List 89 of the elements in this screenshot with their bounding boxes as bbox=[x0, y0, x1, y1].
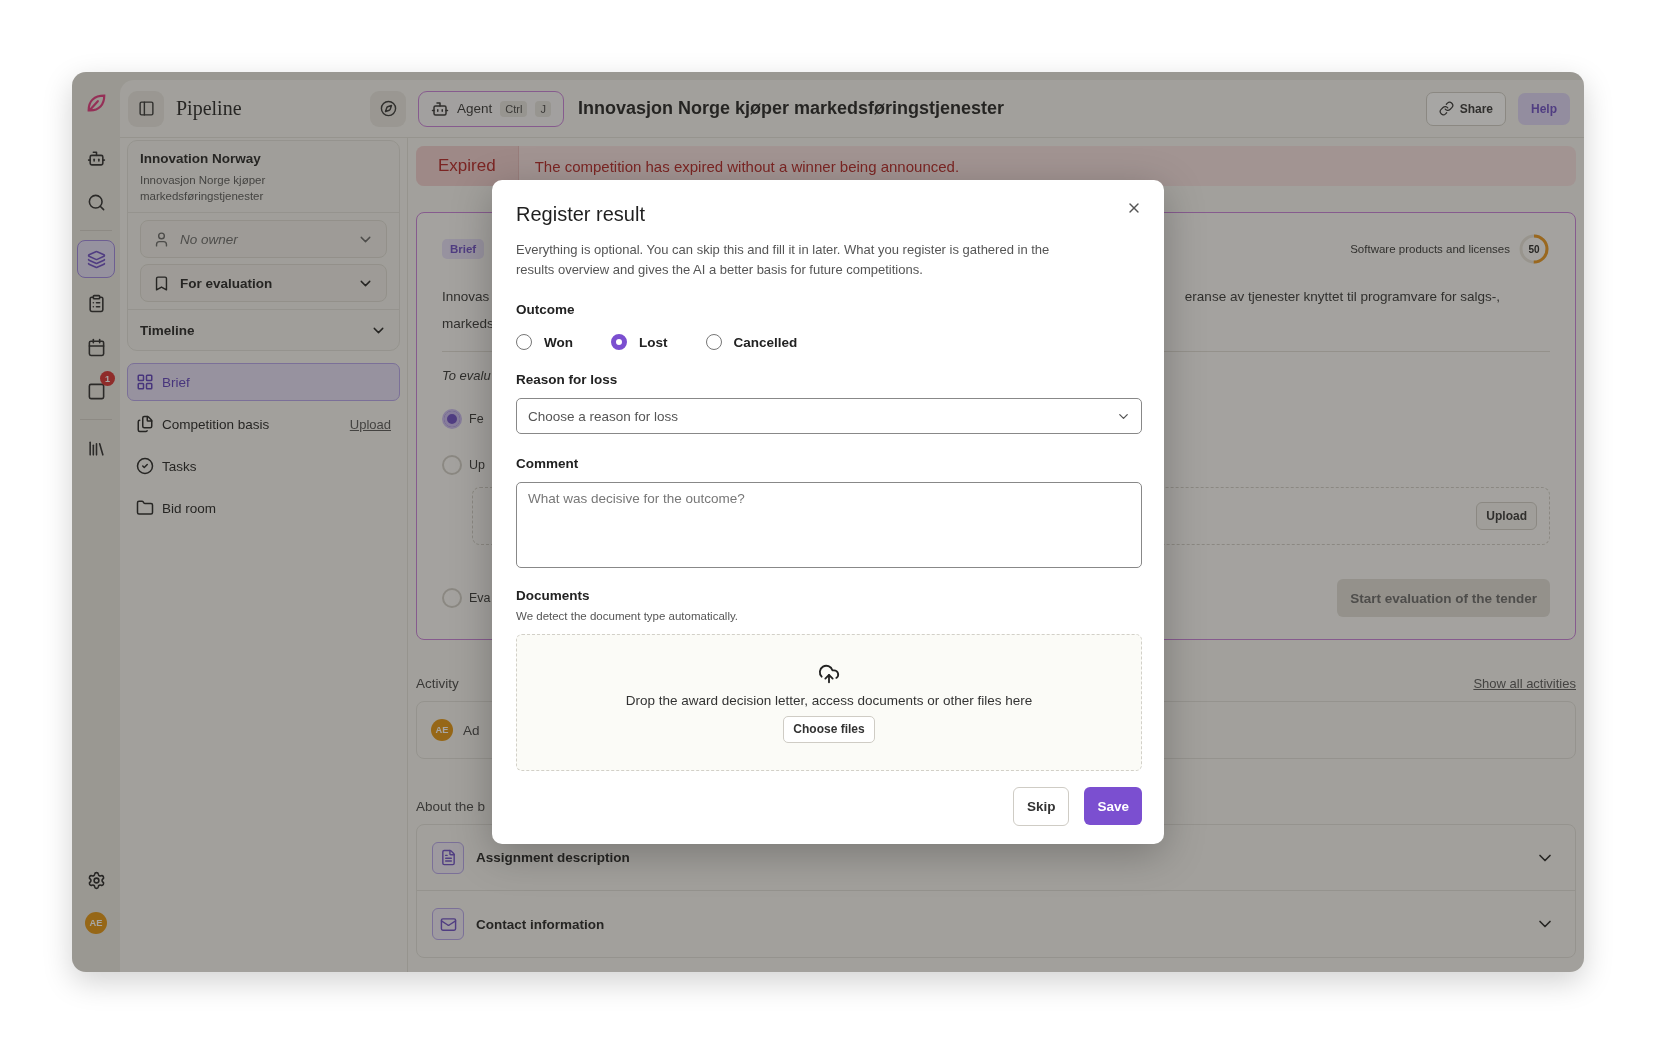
save-button[interactable]: Save bbox=[1084, 787, 1142, 825]
share-button[interactable]: Share bbox=[1425, 91, 1506, 126]
activity-text: Ad bbox=[463, 722, 480, 738]
field-label: Comment bbox=[516, 456, 580, 472]
radio-button[interactable] bbox=[516, 334, 532, 350]
nav-label: Tasks bbox=[162, 458, 198, 474]
nav-rail-button[interactable]: 1 bbox=[77, 372, 115, 410]
accordion-header[interactable]: Contact information bbox=[417, 891, 1575, 957]
layers-icon bbox=[86, 249, 106, 269]
user-icon bbox=[153, 230, 170, 248]
description-text: eranse av tjenester knyttet til programvare for salgs-, bbox=[1184, 289, 1500, 304]
sidebar-toggle-button[interactable] bbox=[128, 90, 164, 127]
help-button[interactable]: Help bbox=[1518, 92, 1570, 125]
section-heading: To evalu bbox=[442, 368, 491, 383]
score-value: 50 bbox=[1528, 243, 1540, 255]
comment-field[interactable]: What was decisive for the outcome? bbox=[516, 482, 1142, 568]
sidebar-nav-item[interactable]: Tasks bbox=[127, 447, 400, 485]
sidebar-nav-item[interactable]: Brief bbox=[127, 363, 400, 401]
section-label: About the b bbox=[416, 799, 486, 814]
settings-icon[interactable] bbox=[86, 871, 106, 890]
radio-option[interactable]: Cancelled bbox=[705, 334, 798, 350]
square-icon bbox=[86, 381, 106, 401]
sidebar-nav-item[interactable]: Bid room bbox=[127, 489, 400, 527]
radio-option[interactable]: Won bbox=[516, 334, 573, 350]
files-icon bbox=[136, 415, 154, 433]
robot-icon bbox=[86, 148, 106, 168]
radio-button[interactable] bbox=[611, 334, 627, 350]
nav-label: Bid room bbox=[162, 500, 218, 516]
shortcut-key: Ctrl bbox=[500, 100, 528, 117]
panel-icon bbox=[137, 100, 155, 117]
agent-button[interactable]: Agent Ctrl J bbox=[418, 90, 564, 127]
calendar-icon bbox=[86, 337, 106, 357]
folder-icon bbox=[136, 499, 154, 517]
nav-label: Competition basis bbox=[162, 416, 271, 432]
upload-link[interactable]: Upload bbox=[349, 416, 391, 432]
shortcut-key: J bbox=[535, 100, 551, 117]
field-label: Reason for loss bbox=[516, 372, 619, 388]
upload-button[interactable]: Upload bbox=[1476, 502, 1537, 530]
link-icon bbox=[1438, 101, 1454, 116]
file-drop-zone[interactable]: Drop the award decision letter, access documents or other files here Choose files bbox=[516, 634, 1142, 771]
agent-label: Agent bbox=[457, 101, 493, 116]
search-icon bbox=[86, 192, 106, 212]
page-title: Innovasjon Norge kjøper markedsføringstjenester bbox=[577, 98, 1005, 119]
radio-option[interactable]: Lost bbox=[611, 334, 668, 350]
description-text: markeds bbox=[442, 316, 494, 331]
nav-rail-button[interactable] bbox=[77, 240, 115, 278]
score-ring bbox=[1518, 233, 1550, 265]
sidebar-nav-item[interactable]: Competition basis Upload bbox=[127, 405, 400, 443]
tender-subtitle: Innovasjon Norge kjøper markedsføringstjenester bbox=[140, 173, 267, 204]
app-title: Pipeline bbox=[176, 97, 243, 120]
owner-dropdown[interactable]: No owner bbox=[140, 220, 387, 258]
radio-button[interactable] bbox=[705, 334, 722, 350]
robot-icon bbox=[431, 99, 449, 118]
notification-badge: 1 bbox=[100, 371, 115, 386]
reason-select[interactable]: Choose a reason for loss bbox=[516, 398, 1142, 434]
status-label: Expired bbox=[416, 146, 519, 186]
field-hint: We detect the document type automatically. bbox=[516, 610, 740, 622]
category-label: Software products and licenses bbox=[1350, 243, 1510, 255]
dialog-description: Everything is optional. You can skip this and fill it in later. What you register is gathered in the results overview and gives the AI a better basis for future competitions. bbox=[516, 241, 1051, 279]
choose-files-button[interactable]: Choose files bbox=[783, 715, 875, 743]
organization-name: Innovation Norway bbox=[140, 151, 262, 166]
user-avatar: AE bbox=[431, 719, 453, 741]
leaf-logo bbox=[85, 92, 107, 114]
status-dropdown[interactable]: For evaluation bbox=[140, 264, 387, 302]
drop-zone-text: Drop the award decision letter, access documents or other files here bbox=[625, 692, 1033, 708]
section-label: Activity bbox=[416, 676, 459, 691]
show-all-link[interactable]: Show all activities bbox=[1473, 676, 1576, 691]
bookmark-icon bbox=[153, 274, 170, 292]
field-label: Documents bbox=[516, 588, 591, 604]
document-icon bbox=[432, 841, 464, 874]
clipboard-icon bbox=[86, 293, 106, 313]
step-label: Up bbox=[469, 458, 485, 472]
compass-button[interactable] bbox=[370, 90, 406, 127]
step-label: Fe bbox=[469, 412, 484, 426]
check-circle-icon bbox=[136, 457, 154, 475]
skip-button[interactable]: Skip bbox=[1012, 787, 1070, 826]
nav-label: Brief bbox=[162, 374, 191, 390]
grid-icon bbox=[136, 373, 154, 391]
step-label: Eva bbox=[469, 591, 491, 605]
field-label: Outcome bbox=[516, 302, 576, 318]
banner-message: The competition has expired without a winner being announced. bbox=[533, 157, 960, 175]
mail-icon bbox=[432, 908, 464, 940]
compass-icon bbox=[379, 100, 397, 117]
library-icon bbox=[86, 438, 106, 458]
brief-tag: Brief bbox=[442, 239, 485, 259]
description-text: Innovas bbox=[442, 289, 490, 304]
timeline-toggle[interactable]: Timeline bbox=[128, 310, 399, 350]
dialog-title: Register result bbox=[516, 202, 645, 226]
upload-icon bbox=[818, 662, 840, 685]
